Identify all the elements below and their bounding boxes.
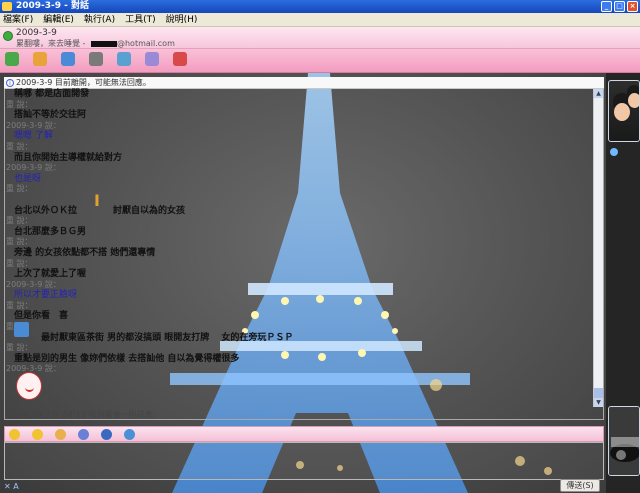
- menu-tools[interactable]: 工具(T): [125, 13, 156, 26]
- contact-personal-message: 累翻嘍，來去睡覺 - @hotmail.com: [16, 38, 175, 49]
- avatar-face: [614, 103, 630, 121]
- nudge-icon[interactable]: [55, 429, 66, 440]
- close-button[interactable]: ×: [627, 1, 638, 12]
- message-line: 重 說：: [6, 216, 33, 226]
- message-history: 稱哪 都是店面開發 重 說： 搭訕不等於交往阿 2009-3-9 說： 嗯嗯 了…: [6, 89, 591, 375]
- contact-email: @hotmail.com: [116, 39, 175, 48]
- message-line: 最討厭東區茶街 男的都沒搞頭 眼開友打牌 女的在旁玩ＰＳＰ: [14, 332, 294, 343]
- menu-actions[interactable]: 執行(A): [84, 13, 115, 26]
- voice-clip-icon[interactable]: [78, 429, 89, 440]
- invite-icon[interactable]: [5, 52, 19, 66]
- contact-header: 2009-3-9 累翻嘍，來去睡覺 - @hotmail.com: [0, 27, 640, 49]
- messenger-icon: [2, 2, 12, 11]
- emoticon-icon: [14, 322, 29, 337]
- chat-scrollbar[interactable]: ▲ ▼: [593, 89, 603, 407]
- away-notice-text: 2009-3-9 目前離開，可能無法回應。: [16, 78, 151, 87]
- contact-avatar[interactable]: [608, 80, 640, 142]
- message-input[interactable]: [4, 442, 604, 480]
- title-bar: 2009-3-9 - 對話 _ □ ×: [0, 0, 640, 13]
- send-file-icon[interactable]: [33, 52, 47, 66]
- message-line: 重點是別的男生 像妳們依樣 去搭訕他 自以為覺得權很多: [14, 353, 240, 364]
- send-button[interactable]: 傳送(S): [560, 479, 600, 492]
- menu-bar: 檔案(F) 編輯(E) 執行(A) 工具(T) 說明(H): [0, 13, 640, 27]
- games-icon[interactable]: [145, 52, 159, 66]
- message-line: 嗯嗯 了解: [14, 131, 53, 142]
- menu-file[interactable]: 檔案(F): [3, 13, 33, 26]
- message-line: 但是你看 喜: [14, 311, 69, 322]
- wink-picker-icon[interactable]: [32, 429, 43, 440]
- message-line: 2009-3-9 說：: [6, 163, 61, 173]
- message-line: 重 說：: [6, 258, 33, 268]
- emoticon-picker-icon[interactable]: [9, 429, 20, 440]
- my-avatar[interactable]: [608, 406, 640, 476]
- message-line: 稱哪 都是店面開發: [14, 89, 90, 99]
- activities-icon[interactable]: [117, 52, 131, 66]
- scroll-up-icon[interactable]: ▲: [594, 89, 603, 98]
- menu-edit[interactable]: 編輯(E): [43, 13, 74, 26]
- message-line: 所以才要正臉呀: [14, 290, 78, 301]
- scroll-thumb[interactable]: [594, 388, 603, 398]
- info-icon: i: [6, 79, 14, 87]
- message-line: 重 說：: [6, 99, 33, 109]
- last-message-status: 2009/3/9 上午 04:19 收到最後一則訊息。: [6, 410, 161, 419]
- message-line: 重 說：: [6, 237, 33, 247]
- status-dot-icon: [610, 148, 618, 156]
- message-line: 2009-3-9 說：: [6, 120, 61, 130]
- minimize-button[interactable]: _: [601, 1, 612, 12]
- font-icon[interactable]: [101, 429, 112, 440]
- car-picture-icon: [609, 407, 639, 475]
- personal-message-text: 累翻嘍，來去睡覺 -: [16, 39, 86, 48]
- message-line: 重 說：: [6, 322, 33, 332]
- message-line: 旁邊 的女孩依點都不搭 她們還專情: [14, 247, 156, 258]
- video-call-icon[interactable]: [61, 52, 75, 66]
- contact-name[interactable]: 2009-3-9: [16, 28, 57, 38]
- message-line: 上次了就愛上了喔: [14, 269, 87, 280]
- maximize-button[interactable]: □: [614, 1, 625, 12]
- menu-help[interactable]: 說明(H): [166, 13, 198, 26]
- voice-call-icon[interactable]: [89, 52, 103, 66]
- formatting-toolbar: [4, 426, 604, 442]
- message-line: 台北那麼多ＢＧ男: [14, 226, 87, 237]
- message-line: 2009-3-9 說：: [6, 279, 61, 289]
- message-line: 2009-3-9 說：: [6, 364, 61, 374]
- scroll-down-icon[interactable]: ▼: [594, 398, 603, 407]
- background-icon[interactable]: [124, 429, 135, 440]
- message-line: 也是呀: [14, 173, 42, 184]
- block-icon[interactable]: [173, 52, 187, 66]
- action-toolbar: [0, 49, 640, 73]
- avatar-face: [628, 93, 639, 108]
- window-title: 2009-3-9 - 對話: [16, 1, 90, 11]
- message-line: 重 說：: [6, 141, 33, 151]
- input-mode-tabs[interactable]: ✕ A: [4, 482, 19, 491]
- redacted-email-bar: [90, 40, 117, 47]
- text-cursor-icon: I: [94, 191, 100, 210]
- message-line: 重 說：: [6, 343, 33, 353]
- away-notice-bar: i 2009-3-9 目前離開，可能無法回應。: [4, 77, 604, 89]
- online-status-icon: [3, 31, 13, 41]
- message-line: 重 說：: [6, 300, 33, 310]
- sticker-face-icon: [16, 372, 42, 400]
- message-line: 而且你開始主導權就給對方: [14, 152, 123, 163]
- message-line: 搭訕不等於交往阿: [14, 110, 87, 121]
